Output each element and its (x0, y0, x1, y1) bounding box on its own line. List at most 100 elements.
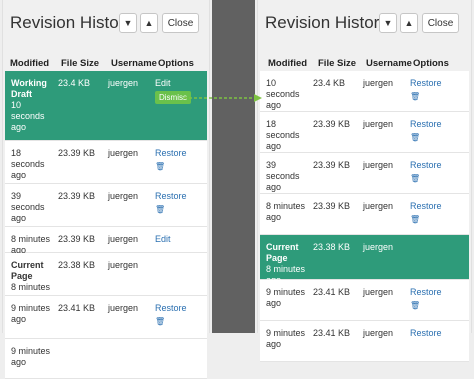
trash-icon[interactable]: 🗑 (155, 161, 187, 172)
column-header-file-size: File Size (318, 58, 357, 69)
modified-cell: 39 seconds ago (11, 191, 57, 224)
restore-link[interactable]: Restore (410, 287, 442, 297)
modified-time: 10 seconds ago (11, 100, 45, 132)
username-cell: juergen (108, 191, 139, 201)
revision-row: 9 minutes ago (5, 339, 207, 379)
revision-row: 9 minutes ago 23.41 KB juergen Restore (260, 321, 469, 362)
close-button[interactable]: Close (162, 13, 199, 33)
modified-time: 8 minutes ago (11, 234, 51, 255)
options-cell: Edit (155, 234, 171, 245)
username-cell: juergen (363, 119, 394, 129)
username-cell: juergen (363, 78, 394, 88)
options-cell: Restore 🗑 (155, 148, 187, 172)
file-size-cell: 23.4 KB (313, 78, 346, 88)
modified-cell: 18 seconds ago (11, 148, 57, 181)
revision-row: 8 minutes ago 23.39 KB juergen Edit (5, 227, 207, 255)
options-cell: Restore 🗑 (410, 78, 442, 102)
file-size-cell: 23.39 KB (313, 160, 351, 170)
file-size-cell: 23.41 KB (313, 328, 351, 338)
file-size-cell: 23.39 KB (313, 201, 351, 211)
modified-time: 10 seconds ago (266, 78, 300, 110)
chevron-down-button[interactable]: ▼ (119, 13, 137, 33)
file-size-cell: 23.39 KB (58, 234, 96, 244)
revision-label: Current Page (11, 260, 44, 281)
file-size-cell: 23.41 KB (313, 287, 351, 297)
panel-title: Revision History (265, 13, 388, 32)
modified-cell: 18 seconds ago (266, 119, 312, 152)
modified-cell: 9 minutes ago (11, 303, 57, 325)
column-header-username: Username (366, 58, 412, 69)
file-size-cell: 23.38 KB (58, 260, 96, 270)
revision-row: 9 minutes ago 23.41 KB juergen Restore 🗑 (260, 280, 469, 321)
modified-cell: 8 minutes ago (266, 201, 312, 223)
edit-link[interactable]: Edit (155, 78, 171, 88)
column-header-file-size: File Size (61, 58, 100, 69)
restore-link[interactable]: Restore (410, 119, 442, 129)
arrow-icon (184, 94, 262, 102)
restore-link[interactable]: Restore (155, 303, 187, 313)
file-size-cell: 23.39 KB (58, 148, 96, 158)
modified-cell: Working Draft 10 seconds ago (11, 78, 57, 133)
username-cell: juergen (108, 303, 139, 313)
modified-time: 39 seconds ago (266, 160, 300, 192)
restore-link[interactable]: Restore (410, 328, 442, 338)
file-size-cell: 23.41 KB (58, 303, 96, 313)
options-cell: Restore 🗑 (155, 303, 187, 327)
file-size-cell: 23.39 KB (58, 191, 96, 201)
chevron-up-icon: ▲ (144, 18, 154, 28)
modified-time: 9 minutes ago (11, 346, 51, 367)
trash-icon[interactable]: 🗑 (410, 300, 442, 311)
column-header-modified: Modified (268, 58, 308, 69)
trash-icon[interactable]: 🗑 (410, 173, 442, 184)
modified-time: 18 seconds ago (266, 119, 300, 151)
column-header-username: Username (111, 58, 157, 69)
username-cell: juergen (108, 148, 139, 158)
file-size-cell: 23.39 KB (313, 119, 351, 129)
chevron-up-icon: ▲ (404, 18, 414, 28)
revision-row: 8 minutes ago 23.39 KB juergen Restore 🗑 (260, 194, 469, 235)
panel-title: Revision History (10, 13, 133, 32)
column-header-options: Options (413, 58, 449, 69)
username-cell: juergen (363, 242, 394, 252)
chevron-up-button[interactable]: ▲ (400, 13, 418, 33)
options-cell: Restore 🗑 (410, 201, 442, 225)
close-button[interactable]: Close (422, 13, 459, 33)
modified-time: 8 minutes ago (266, 201, 306, 222)
trash-icon[interactable]: 🗑 (410, 91, 442, 102)
modified-time: 18 seconds ago (11, 148, 45, 180)
modified-cell: 10 seconds ago (266, 78, 312, 111)
username-cell: juergen (363, 328, 394, 338)
panel-header: Revision History ▼ ▲ Close (258, 0, 471, 52)
file-size-cell: 23.4 KB (58, 78, 91, 88)
username-cell: juergen (363, 287, 394, 297)
trash-icon[interactable]: 🗑 (410, 132, 442, 143)
restore-link[interactable]: Restore (155, 148, 187, 158)
modified-time: 39 seconds ago (11, 191, 45, 223)
revision-row: Current Page8 minutes ago23.38 KBjuergen (260, 235, 469, 285)
panel-divider (212, 0, 255, 333)
options-cell: Restore 🗑 (410, 119, 442, 143)
column-header-modified: Modified (10, 58, 50, 69)
revision-label: Working Draft (11, 78, 47, 99)
restore-link[interactable]: Restore (410, 78, 442, 88)
edit-link[interactable]: Edit (155, 234, 171, 244)
options-cell: Restore 🗑 (155, 191, 187, 215)
chevron-down-button[interactable]: ▼ (379, 13, 397, 33)
restore-link[interactable]: Restore (410, 160, 442, 170)
restore-link[interactable]: Restore (410, 201, 442, 211)
options-cell: Restore 🗑 (410, 160, 442, 184)
options-cell: Restore (410, 328, 442, 339)
revision-history-panel-before: Revision History ▼ ▲ Close Modified File… (2, 0, 210, 379)
username-cell: juergen (108, 234, 139, 244)
username-cell: juergen (363, 201, 394, 211)
trash-icon[interactable]: 🗑 (155, 204, 187, 215)
revision-row: 18 seconds ago 23.39 KB juergen Restore 🗑 (260, 112, 469, 153)
chevron-down-icon: ▼ (383, 18, 393, 28)
restore-link[interactable]: Restore (155, 191, 187, 201)
file-size-cell: 23.38 KB (313, 242, 351, 252)
trash-icon[interactable]: 🗑 (155, 316, 187, 327)
chevron-up-button[interactable]: ▲ (140, 13, 158, 33)
trash-icon[interactable]: 🗑 (410, 214, 442, 225)
revision-row: Current Page8 minutes ago23.38 KBjuergen (5, 253, 207, 303)
modified-time: 9 minutes ago (266, 287, 306, 308)
